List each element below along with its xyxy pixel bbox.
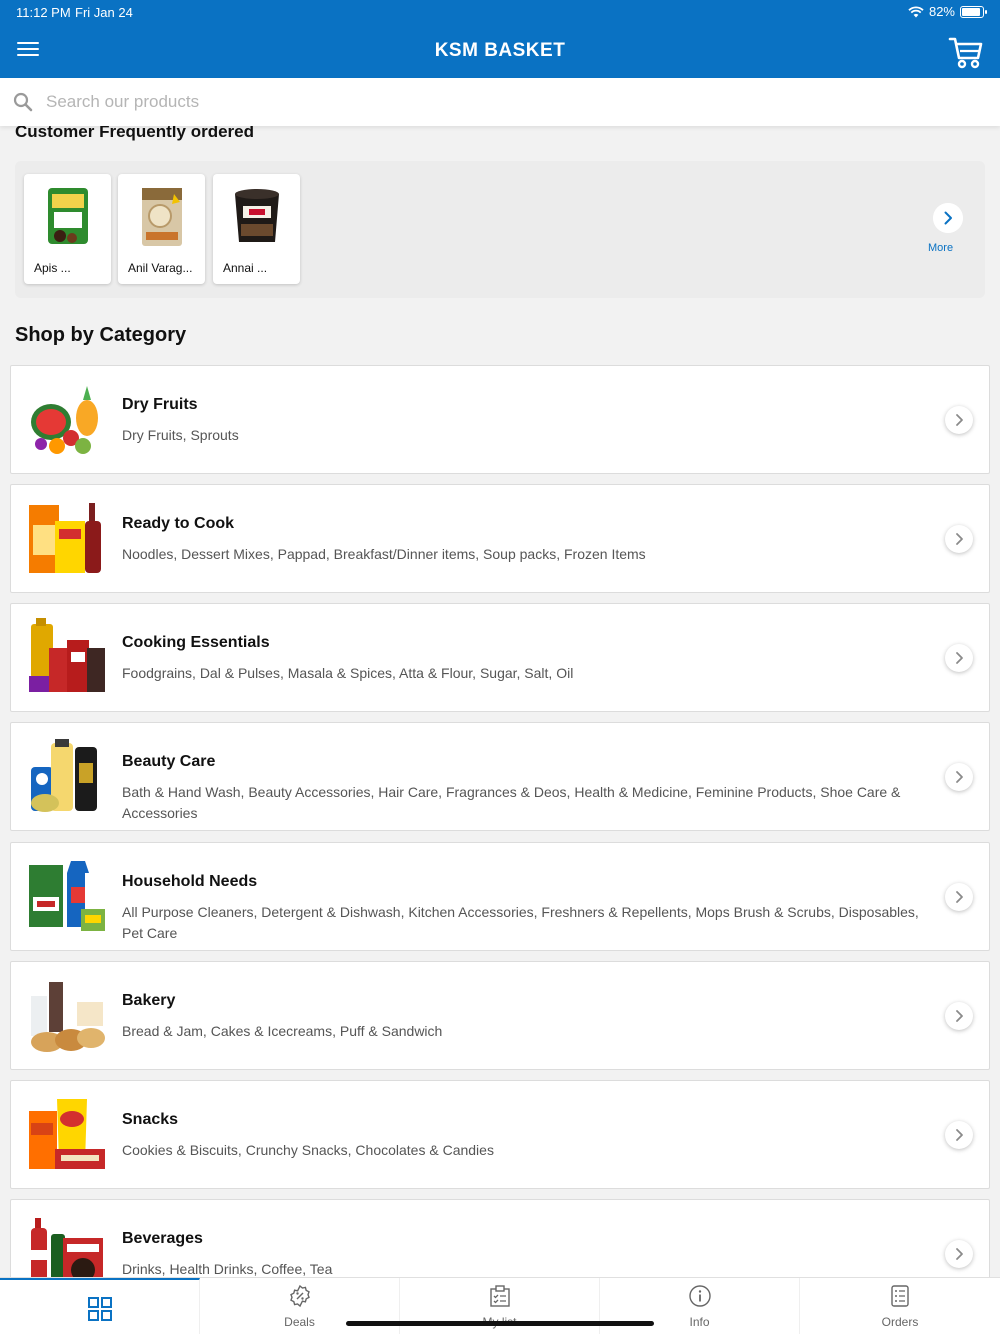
category-name: Beverages: [122, 1230, 203, 1247]
category-name: Ready to Cook: [122, 515, 235, 532]
frequent-product-card[interactable]: Anil Varag...: [118, 174, 205, 284]
chevron-right-icon: [945, 883, 973, 911]
chevron-right-icon: [945, 406, 973, 434]
category-description: Drinks, Health Drinks, Coffee, Tea: [122, 1261, 333, 1277]
category-section-title: Shop by Category: [15, 324, 187, 346]
category-description: Noodles, Dessert Mixes, Pappad, Breakfas…: [122, 546, 646, 562]
product-image: [235, 189, 279, 242]
info-icon: [689, 1285, 711, 1307]
deals-badge-icon: [290, 1284, 310, 1308]
category-image: [29, 618, 105, 692]
category-row-beauty-care[interactable]: Beauty Care Bath & Hand Wash, Beauty Acc…: [10, 722, 990, 831]
category-row-dry-fruits[interactable]: Dry Fruits Dry Fruits, Sprouts: [10, 365, 990, 474]
status-bar: 11:12 PM Fri Jan 24 82%: [0, 0, 1000, 24]
chevron-right-icon: [945, 644, 973, 672]
app-title: KSM BASKET: [434, 40, 566, 61]
category-image: [29, 1099, 105, 1169]
category-row-cooking-essentials[interactable]: Cooking Essentials Foodgrains, Dal & Pul…: [10, 603, 990, 712]
search-icon: [13, 92, 33, 112]
battery-icon: [960, 5, 987, 18]
frequent-product-card[interactable]: Annai ...: [213, 174, 300, 284]
status-time: 11:12 PM: [16, 5, 71, 20]
battery-percent: 82%: [928, 4, 955, 19]
category-description: Dry Fruits, Sprouts: [122, 427, 239, 443]
wifi-icon: [908, 5, 924, 17]
category-row-snacks[interactable]: Snacks Cookies & Biscuits, Crunchy Snack…: [10, 1080, 990, 1189]
category-image: [31, 739, 97, 812]
product-image: [48, 188, 88, 244]
tab-label: Orders: [881, 1315, 919, 1329]
product-image: [142, 188, 182, 246]
chevron-right-icon: [945, 1240, 973, 1268]
chevron-right-icon: [945, 525, 973, 553]
shopping-cart-icon[interactable]: [948, 34, 984, 70]
category-description: Cookies & Biscuits, Crunchy Snacks, Choc…: [122, 1142, 494, 1158]
category-name: Dry Fruits: [122, 396, 198, 413]
category-row-beverages[interactable]: Beverages Drinks, Health Drinks, Coffee,…: [10, 1199, 990, 1277]
app-header: KSM BASKET: [0, 24, 1000, 78]
category-image: [29, 503, 101, 573]
category-name: Beauty Care: [122, 753, 216, 770]
chevron-right-icon: [945, 1121, 973, 1149]
frequent-product-card[interactable]: Apis ...: [24, 174, 111, 284]
checklist-icon: [490, 1285, 510, 1307]
product-label: Annai ...: [223, 261, 268, 275]
status-date: Fri Jan 24: [75, 5, 133, 20]
grid-icon: [88, 1297, 112, 1321]
frequent-products-panel: Apis ... Anil Varag... Annai ... More: [15, 161, 985, 298]
category-image: [31, 386, 98, 454]
product-label: Anil Varag...: [128, 261, 193, 275]
category-name: Snacks: [122, 1111, 179, 1128]
status-right: 82%: [908, 4, 987, 19]
more-link[interactable]: More: [928, 242, 953, 254]
category-row-household-needs[interactable]: Household Needs All Purpose Cleaners, De…: [10, 842, 990, 951]
search-input[interactable]: [46, 86, 946, 118]
category-image: [29, 861, 105, 931]
orders-list-icon: [891, 1285, 909, 1307]
category-description: All Purpose Cleaners, Detergent & Dishwa…: [122, 904, 919, 941]
category-image: [31, 982, 105, 1052]
category-description: Foodgrains, Dal & Pulses, Masala & Spice…: [122, 665, 574, 681]
product-label: Apis ...: [34, 261, 71, 275]
chevron-right-icon: [945, 763, 973, 791]
category-image: [31, 1218, 103, 1277]
category-name: Household Needs: [122, 873, 258, 890]
search-bar: [0, 78, 1000, 126]
category-row-bakery[interactable]: Bakery Bread & Jam, Cakes & Icecreams, P…: [10, 961, 990, 1070]
category-description: Bread & Jam, Cakes & Icecreams, Puff & S…: [122, 1023, 443, 1039]
home-indicator: [346, 1321, 654, 1326]
chevron-right-icon[interactable]: [933, 203, 963, 233]
category-name: Bakery: [122, 992, 176, 1009]
category-name: Cooking Essentials: [122, 634, 270, 651]
tab-orders[interactable]: Orders: [800, 1278, 1000, 1334]
category-description: Bath & Hand Wash, Beauty Accessories, Ha…: [122, 784, 901, 821]
tab-home[interactable]: [0, 1278, 200, 1334]
chevron-right-icon: [945, 1002, 973, 1030]
category-list: Dry Fruits Dry Fruits, Sprouts Ready to …: [10, 365, 990, 1277]
category-row-ready-to-cook[interactable]: Ready to Cook Noodles, Dessert Mixes, Pa…: [10, 484, 990, 593]
